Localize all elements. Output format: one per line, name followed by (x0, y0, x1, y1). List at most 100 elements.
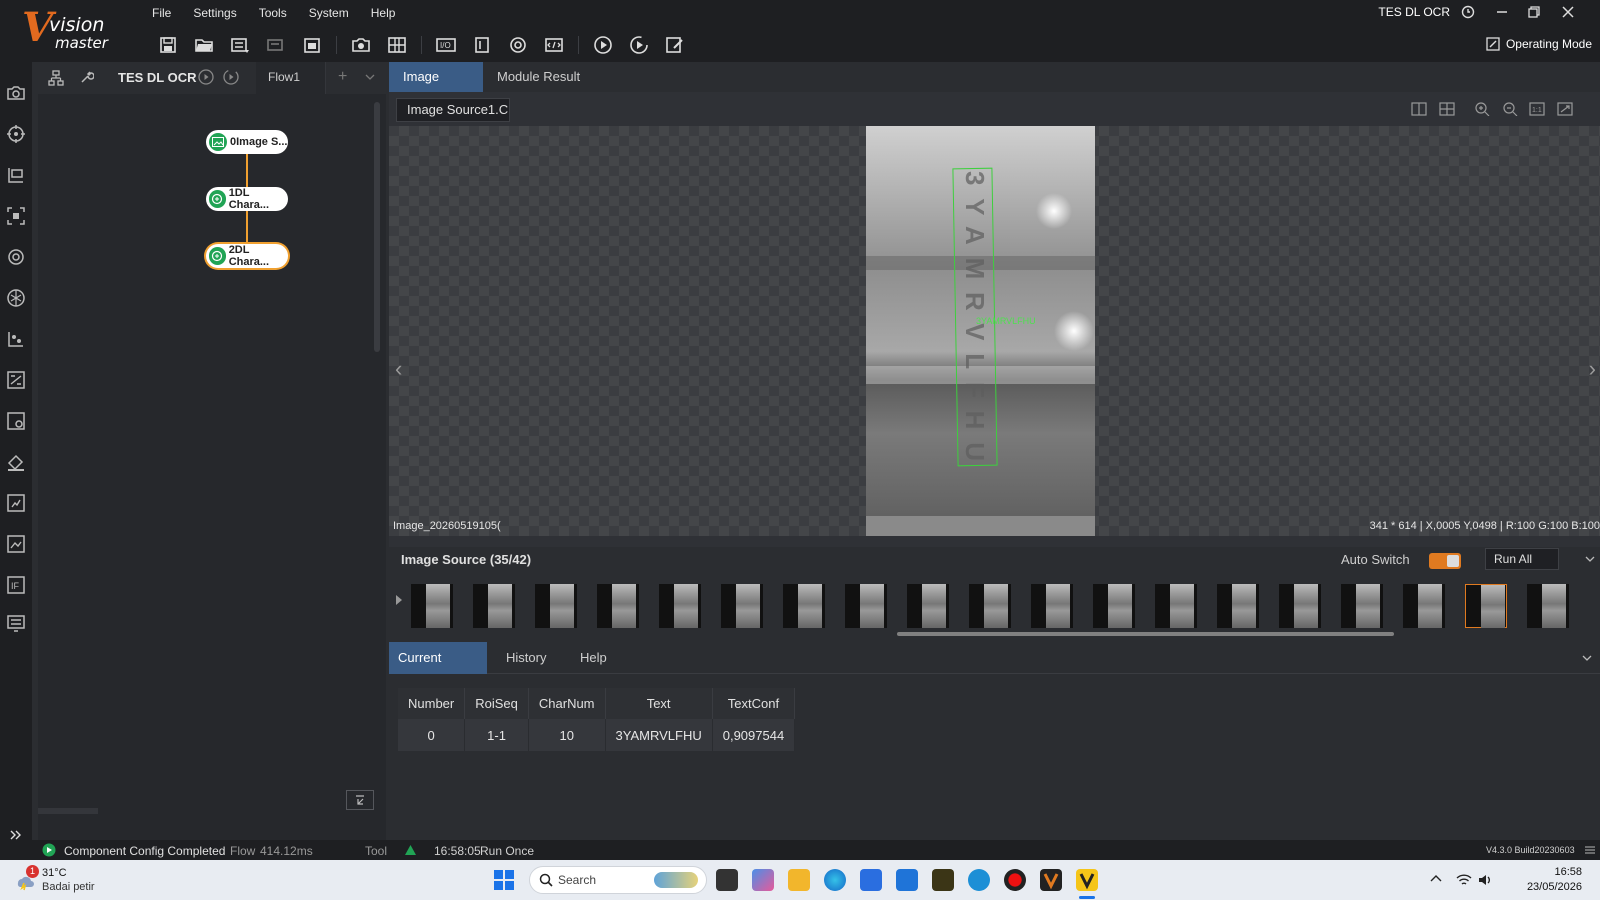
table-row[interactable]: 0 1-1 10 3YAMRVLFHU 0,9097544 (398, 719, 796, 751)
image-thumbnail[interactable] (721, 584, 763, 628)
tab-image-data[interactable]: Image Data (389, 62, 483, 114)
deep-learning-tool-icon[interactable] (5, 287, 27, 309)
image-thumbnail[interactable] (473, 584, 515, 628)
communication-icon[interactable] (506, 34, 530, 56)
chevron-up-icon[interactable] (1430, 874, 1442, 882)
filmstrip-scrollbar[interactable] (897, 632, 1394, 636)
store-icon[interactable] (860, 869, 882, 891)
edit-icon[interactable] (663, 34, 687, 56)
next-image-icon[interactable]: › (1589, 356, 1596, 382)
vision-master-icon[interactable] (1040, 869, 1062, 891)
calculation-tool-icon[interactable] (5, 369, 27, 391)
flow-hscrollbar[interactable] (38, 808, 98, 814)
wifi-icon[interactable] (1456, 873, 1472, 887)
image-thumbnail[interactable] (907, 584, 949, 628)
fit-window-icon[interactable] (1557, 102, 1573, 116)
image-thumbnail[interactable] (1093, 584, 1135, 628)
flow-loop-icon[interactable] (223, 69, 239, 85)
image-thumbnail[interactable] (845, 584, 887, 628)
script-icon[interactable] (542, 34, 566, 56)
wrench-icon[interactable] (80, 70, 94, 84)
run-mode-select[interactable]: Run All (1485, 548, 1559, 570)
image-thumbnail[interactable] (1465, 584, 1507, 629)
add-flow-icon[interactable]: + (338, 68, 347, 86)
layout-icon[interactable] (385, 34, 409, 56)
image-processing-tool-icon[interactable] (5, 410, 27, 432)
auto-switch-toggle[interactable] (1429, 553, 1461, 569)
color-tool-icon[interactable] (5, 451, 27, 473)
image-thumbnail[interactable] (411, 584, 453, 628)
recognition-tool-icon[interactable] (5, 246, 27, 268)
close-icon[interactable] (1558, 4, 1578, 20)
vision-master-active-icon[interactable] (1076, 869, 1098, 891)
restore-icon[interactable] (1524, 4, 1544, 20)
image-thumbnail[interactable] (597, 584, 639, 628)
timer-icon[interactable] (1458, 4, 1478, 20)
camera-icon[interactable] (349, 34, 373, 56)
image-thumbnail[interactable] (1031, 584, 1073, 628)
flow-run-icon[interactable] (198, 69, 214, 85)
menu-system[interactable]: System (309, 4, 349, 24)
tab-module-result[interactable]: Module Result (483, 62, 594, 92)
image-thumbnail[interactable] (969, 584, 1011, 628)
image-thumbnail[interactable] (1527, 584, 1569, 628)
flow-node-image-source[interactable]: 0Image S... (206, 130, 288, 154)
image-thumbnail[interactable] (1279, 584, 1321, 628)
save-icon[interactable] (156, 34, 180, 56)
location-tool-icon[interactable] (5, 123, 27, 145)
column-header[interactable]: TextConf (712, 688, 796, 719)
collapse-panel-button[interactable] (346, 790, 374, 810)
image-source-tool-icon[interactable] (5, 82, 27, 104)
clock-time[interactable]: 16:58 (1530, 866, 1582, 878)
single-view-icon[interactable] (1411, 102, 1427, 116)
windows-start-icon[interactable] (494, 870, 514, 890)
tab-current-result[interactable]: Current Result (389, 642, 487, 697)
menu-tools[interactable]: Tools (259, 4, 287, 24)
actual-size-icon[interactable]: 1:1 (1529, 102, 1545, 116)
tab-help[interactable]: Help (571, 642, 616, 674)
run-once-icon[interactable] (591, 34, 615, 56)
operating-mode-button[interactable]: Operating Mode (1486, 37, 1592, 51)
image-thumbnail[interactable] (1403, 584, 1445, 628)
calibration-tool-icon[interactable] (5, 328, 27, 350)
flow-scrollbar[interactable] (374, 102, 380, 352)
communication-tool-icon[interactable] (5, 613, 27, 635)
clock-date[interactable]: 23/05/2026 (1508, 881, 1582, 893)
zoom-in-icon[interactable] (1475, 102, 1491, 116)
menu-file[interactable]: File (152, 4, 171, 24)
flow-tree-icon[interactable] (48, 70, 64, 86)
edge-browser-icon[interactable] (824, 869, 846, 891)
menu-lines-icon[interactable] (1584, 844, 1596, 856)
export-icon[interactable] (264, 34, 288, 56)
minimize-icon[interactable] (1492, 4, 1512, 20)
chevron-down-icon[interactable] (365, 74, 375, 80)
outlook-icon[interactable] (896, 869, 918, 891)
image-thumbnail[interactable] (1155, 584, 1197, 628)
taskbar-search-input[interactable]: Search (529, 866, 707, 894)
column-header[interactable]: RoiSeq (464, 688, 529, 719)
chevron-down-icon[interactable] (1585, 556, 1595, 562)
column-header[interactable]: Number (398, 688, 466, 719)
image-thumbnail[interactable] (1341, 584, 1383, 628)
flow-node-dl-char-2[interactable]: 2DL Chara... (206, 244, 288, 268)
tab-flow1[interactable]: Flow1 (256, 62, 326, 94)
previous-image-icon[interactable]: ‹ (395, 356, 402, 382)
chevron-down-icon[interactable] (1582, 655, 1592, 661)
defect-tool-icon[interactable] (5, 492, 27, 514)
app-icon[interactable] (932, 869, 954, 891)
measure-tool-icon[interactable] (5, 164, 27, 186)
save-as-icon[interactable] (228, 34, 252, 56)
roi-tool-icon[interactable] (5, 205, 27, 227)
zoom-out-icon[interactable] (1503, 102, 1519, 116)
calendar-icon[interactable] (300, 34, 324, 56)
image-thumbnail[interactable] (783, 584, 825, 628)
menu-settings[interactable]: Settings (193, 4, 236, 24)
image-thumbnail[interactable] (659, 584, 701, 628)
run-loop-icon[interactable] (627, 34, 651, 56)
image-source-select[interactable]: Image Source1.C (396, 98, 510, 122)
recorder-icon[interactable] (1004, 869, 1026, 891)
column-header[interactable]: CharNum (528, 688, 606, 719)
image-edit-tool-icon[interactable] (5, 533, 27, 555)
copilot-icon[interactable] (752, 869, 774, 891)
task-view-icon[interactable] (716, 869, 738, 891)
